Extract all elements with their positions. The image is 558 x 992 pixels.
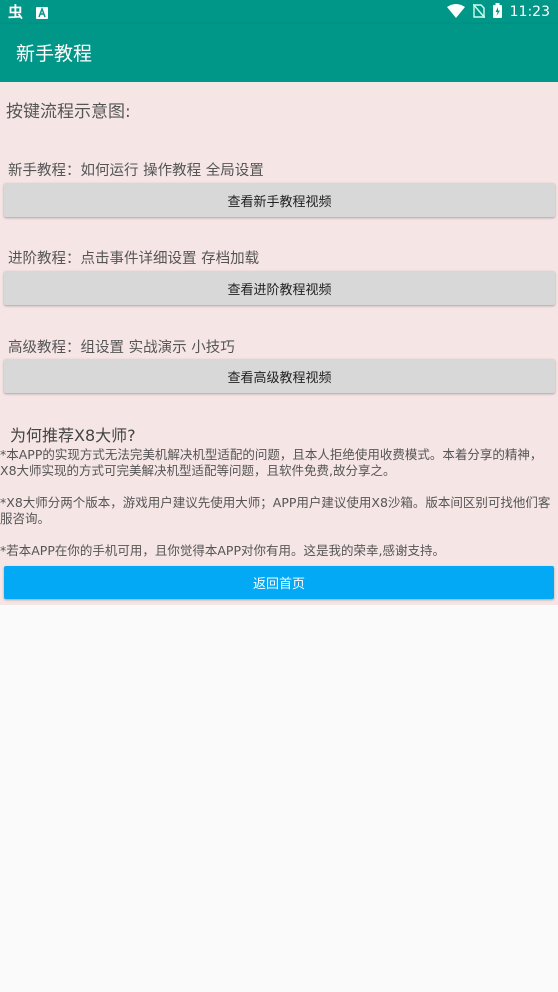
status-time: 11:23 xyxy=(509,4,550,20)
battery-icon xyxy=(492,2,502,22)
recommend-paragraph-3: *若本APP在你的手机可用，且你觉得本APP对你有用。这是我的荣幸,感谢支持。 xyxy=(0,543,445,558)
expert-video-button[interactable]: 查看高级教程视频 xyxy=(4,359,555,393)
notification-a-icon xyxy=(36,4,48,23)
expert-tutorial-label: 高级教程：组设置 实战演示 小技巧 xyxy=(8,340,235,356)
why-recommend-heading: 为何推荐X8大师? xyxy=(10,426,136,445)
beginner-tutorial-label: 新手教程：如何运行 操作教程 全局设置 xyxy=(8,163,264,179)
advanced-tutorial-label: 进阶教程：点击事件详细设置 存档加载 xyxy=(8,251,260,267)
recommend-paragraph-1: *本APP的实现方式无法完美机解决机型适配的问题，且本人拒绝使用收费模式。本着分… xyxy=(0,447,543,478)
flow-diagram-heading: 按键流程示意图: xyxy=(6,102,131,122)
tutorial-content: 按键流程示意图: 新手教程：如何运行 操作教程 全局设置 查看新手教程视频 进阶… xyxy=(0,82,558,605)
beginner-video-button[interactable]: 查看新手教程视频 xyxy=(4,183,555,217)
return-home-button[interactable]: 返回首页 xyxy=(4,566,554,599)
bug-icon: 虫 xyxy=(8,3,26,23)
wifi-icon xyxy=(446,3,465,22)
app-bar: 新手教程 xyxy=(0,24,558,82)
svg-text:虫: 虫 xyxy=(8,3,23,19)
recommend-paragraph-2: *X8大师分两个版本，游戏用户建议先使用大师；APP用户建议使用X8沙箱。版本间… xyxy=(0,495,551,526)
status-bar: 虫 11:23 xyxy=(0,0,558,24)
no-sim-icon xyxy=(472,3,486,22)
app-title: 新手教程 xyxy=(16,43,93,65)
advanced-video-button[interactable]: 查看进阶教程视频 xyxy=(4,271,555,305)
